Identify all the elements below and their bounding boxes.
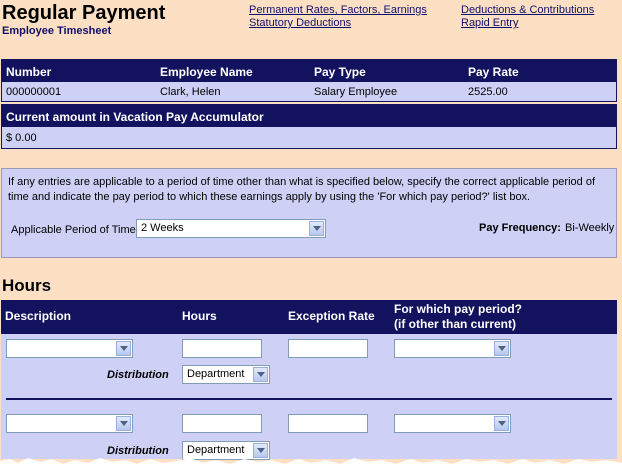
- page-title: Regular Payment: [2, 2, 166, 24]
- column-header-pay-period: For which pay period?: [394, 302, 523, 316]
- period-instructions: If any entries are applicable to a perio…: [8, 176, 596, 203]
- distribution-select[interactable]: Department: [182, 365, 270, 384]
- exception-rate-input[interactable]: [288, 414, 368, 433]
- employee-pay-type: Salary Employee: [314, 86, 398, 98]
- pay-frequency-label: Pay Frequency:: [479, 222, 561, 234]
- column-header-pay-type: Pay Type: [314, 65, 366, 79]
- torn-edge-decoration: [0, 458, 622, 475]
- vacation-accumulator-heading: Current amount in Vacation Pay Accumulat…: [6, 110, 264, 124]
- employee-table-header: Number Employee Name Pay Type Pay Rate: [2, 60, 616, 82]
- employee-number: 000000001: [6, 86, 62, 98]
- vacation-accumulator-body: $ 0.00: [2, 127, 616, 148]
- exception-rate-input[interactable]: [288, 339, 368, 358]
- hours-table-header: Description Hours Exception Rate For whi…: [1, 300, 617, 334]
- column-header-description: Description: [5, 309, 72, 323]
- employee-name: Clark, Helen: [160, 86, 221, 98]
- row-divider: [6, 398, 612, 400]
- deductions-contributions-link[interactable]: Deductions & Contributions: [461, 4, 594, 16]
- applicable-period-label: Applicable Period of Time: [11, 224, 136, 236]
- column-header-number: Number: [6, 65, 52, 79]
- rapid-entry-link[interactable]: Rapid Entry: [461, 17, 518, 29]
- page-subtitle: Employee Timesheet: [2, 25, 112, 37]
- employee-table: Number Employee Name Pay Type Pay Rate 0…: [1, 59, 617, 102]
- applicable-period-select[interactable]: 2 Weeks: [136, 219, 326, 238]
- column-header-employee-name: Employee Name: [160, 65, 253, 79]
- vacation-accumulator-header: Current amount in Vacation Pay Accumulat…: [2, 105, 616, 127]
- hours-heading: Hours: [2, 276, 52, 295]
- column-header-pay-period-note: (if other than current): [394, 317, 516, 331]
- permanent-rates-link[interactable]: Permanent Rates, Factors, Earnings: [249, 4, 427, 16]
- description-select[interactable]: [6, 414, 133, 433]
- statutory-deductions-link[interactable]: Statutory Deductions: [249, 17, 351, 29]
- employee-pay-rate: 2525.00: [468, 86, 508, 98]
- distribution-value: Department: [187, 368, 245, 380]
- hours-input[interactable]: [182, 414, 262, 433]
- hours-input[interactable]: [182, 339, 262, 358]
- vacation-accumulator-amount: $ 0.00: [6, 132, 37, 144]
- column-header-pay-rate: Pay Rate: [468, 65, 519, 79]
- table-row: 000000001 Clark, Helen Salary Employee 2…: [2, 82, 616, 101]
- description-select[interactable]: [6, 339, 133, 358]
- chevron-down-icon[interactable]: [309, 221, 324, 236]
- column-header-exception-rate: Exception Rate: [288, 309, 375, 323]
- chevron-down-icon[interactable]: [494, 341, 509, 356]
- applicable-period-value: 2 Weeks: [141, 222, 184, 234]
- column-header-hours: Hours: [182, 309, 217, 323]
- chevron-down-icon[interactable]: [116, 416, 131, 431]
- distribution-label: Distribution: [107, 369, 169, 381]
- hours-table-body: Distribution Department Distribution Dep…: [1, 334, 617, 460]
- pay-frequency-value: Bi-Weekly: [565, 222, 615, 234]
- pay-period-select[interactable]: [394, 339, 511, 358]
- chevron-down-icon[interactable]: [494, 416, 509, 431]
- period-panel: If any entries are applicable to a perio…: [1, 168, 617, 258]
- vacation-accumulator-panel: Current amount in Vacation Pay Accumulat…: [1, 104, 617, 149]
- pay-period-select[interactable]: [394, 414, 511, 433]
- chevron-down-icon[interactable]: [116, 341, 131, 356]
- chevron-down-icon[interactable]: [253, 367, 268, 382]
